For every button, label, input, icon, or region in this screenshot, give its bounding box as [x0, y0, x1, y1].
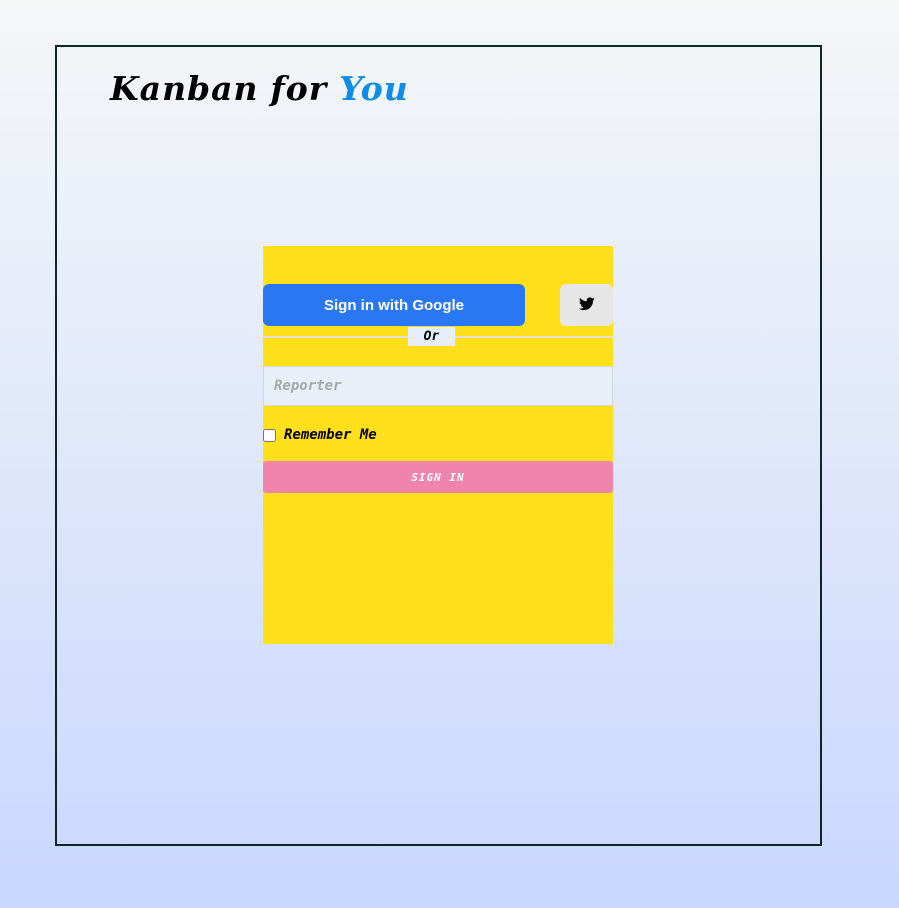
twitter-signin-button[interactable] — [560, 284, 613, 326]
logo-word-for: for — [270, 69, 328, 108]
app-logo: Kanban for You — [110, 69, 409, 108]
remember-me-checkbox[interactable] — [263, 428, 276, 442]
google-signin-button[interactable]: Sign in with Google — [263, 284, 525, 326]
twitter-icon — [578, 296, 595, 315]
remember-me-label: Remember Me — [284, 427, 377, 443]
reporter-input[interactable] — [263, 366, 613, 406]
login-card: Sign in with Google Or Remember Me SIGN … — [263, 246, 613, 644]
logo-word-you: You — [339, 69, 409, 108]
remember-me-row[interactable]: Remember Me — [263, 427, 377, 443]
logo-word-kanban: Kanban — [110, 69, 259, 108]
or-label: Or — [408, 327, 455, 346]
sign-in-button[interactable]: SIGN IN — [263, 461, 613, 493]
sign-in-label: SIGN IN — [411, 470, 465, 484]
google-signin-label: Sign in with Google — [324, 296, 464, 314]
